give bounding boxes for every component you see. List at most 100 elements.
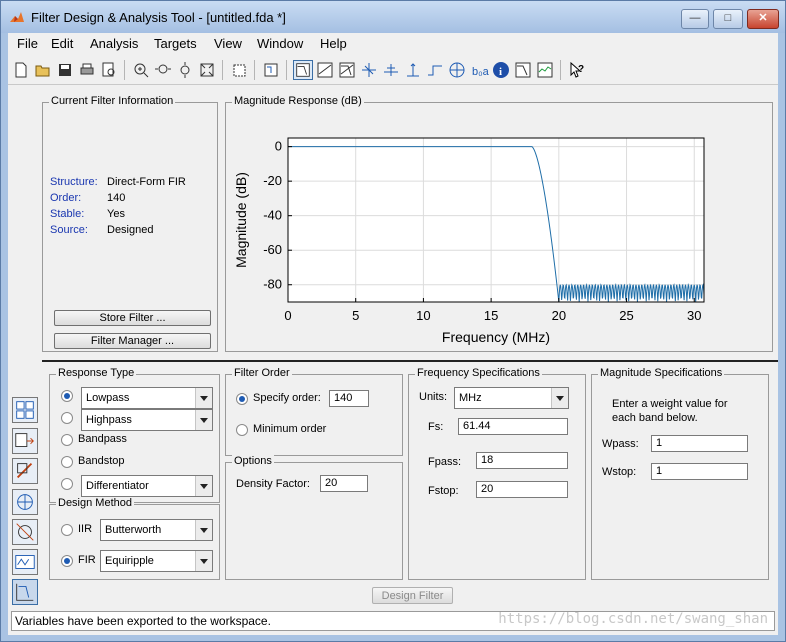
plot-area	[288, 138, 704, 302]
minimum-order-radio[interactable]	[236, 424, 248, 436]
lowpass-radio[interactable]	[61, 390, 73, 402]
zoom-x-icon[interactable]	[153, 60, 173, 80]
pole-zero-icon[interactable]	[447, 60, 467, 80]
iir-method-select[interactable]: Butterworth	[100, 519, 213, 541]
whats-this-icon[interactable]: ?	[567, 60, 587, 80]
x-tick-label: 10	[416, 308, 430, 323]
svg-text:i: i	[499, 66, 502, 78]
chevron-down-icon	[195, 476, 212, 496]
order-value: 140	[107, 192, 126, 204]
fir-radio[interactable]	[61, 555, 73, 567]
title-bar: Filter Design & Analysis Tool - [untitle…	[1, 1, 785, 33]
weight-help-line2: each band below.	[612, 412, 698, 424]
bandpass-radio[interactable]	[61, 434, 73, 446]
stable-label: Stable:	[50, 208, 85, 220]
menu-bar: File Edit Analysis Targets View Window H…	[8, 33, 778, 55]
fir-method-select[interactable]: Equiripple	[100, 550, 213, 572]
menu-targets[interactable]: Targets	[154, 36, 197, 51]
plot-panel: Magnitude Response (dB) 0 5 10 15 20 25 30 0 -20…	[225, 95, 773, 352]
quantize-filter-icon[interactable]	[12, 519, 38, 545]
minimize-button[interactable]: —	[681, 9, 709, 29]
differentiator-radio[interactable]	[61, 478, 73, 490]
coefficients-icon[interactable]: b₀a	[469, 60, 489, 80]
close-button[interactable]: ✕	[747, 9, 779, 29]
options-panel: Options Density Factor: 20	[225, 455, 403, 580]
fir-method-value: Equiripple	[105, 555, 154, 567]
menu-analysis[interactable]: Analysis	[90, 36, 138, 51]
print-preview-icon[interactable]	[99, 60, 119, 80]
bandstop-label[interactable]: Bandstop	[78, 455, 124, 467]
specify-order-label[interactable]: Specify order:	[253, 392, 321, 404]
y-tick-label: -60	[263, 242, 282, 257]
impulse-response-icon[interactable]	[403, 60, 423, 80]
convert-structure-icon[interactable]	[12, 428, 38, 454]
menu-view[interactable]: View	[214, 36, 242, 51]
new-icon[interactable]	[11, 60, 31, 80]
group-delay-icon[interactable]	[359, 60, 379, 80]
bandstop-radio[interactable]	[61, 456, 73, 468]
magnitude-response-icon[interactable]	[293, 60, 313, 80]
filter-specs-icon[interactable]	[261, 60, 281, 80]
phase-response-icon[interactable]	[315, 60, 335, 80]
toolbar: b₀a i ?	[8, 56, 778, 85]
chevron-down-icon	[195, 551, 212, 571]
specify-order-radio[interactable]	[236, 393, 248, 405]
units-select[interactable]: MHz	[454, 387, 569, 409]
print-icon[interactable]	[77, 60, 97, 80]
x-tick-label: 20	[552, 308, 566, 323]
wpass-input[interactable]: 1	[651, 435, 748, 452]
open-icon[interactable]	[33, 60, 53, 80]
differentiator-select[interactable]: Differentiator	[81, 475, 213, 497]
transform-filter-icon[interactable]	[12, 397, 38, 423]
lowpass-select[interactable]: Lowpass	[81, 387, 213, 409]
full-view-icon[interactable]	[197, 60, 217, 80]
window-title: Filter Design & Analysis Tool - [untitle…	[31, 10, 286, 25]
magnitude-response-chart[interactable]: 0 5 10 15 20 25 30 0 -20 -40 -60 -80 Frequency (MHz)…	[226, 107, 772, 351]
client-area: File Edit Analysis Targets View Window H…	[8, 33, 778, 635]
zoom-in-icon[interactable]	[131, 60, 151, 80]
x-axis-label: Frequency (MHz)	[442, 329, 550, 345]
maximize-button[interactable]: □	[713, 9, 743, 29]
magnitude-estimate-icon[interactable]	[513, 60, 533, 80]
iir-radio[interactable]	[61, 524, 73, 536]
wstop-input[interactable]: 1	[651, 463, 748, 480]
fstop-input[interactable]: 20	[476, 481, 568, 498]
import-filter-icon[interactable]	[12, 458, 38, 484]
round-off-noise-icon[interactable]	[535, 60, 555, 80]
filter-info-icon[interactable]: i	[491, 60, 511, 80]
highpass-select[interactable]: Highpass	[81, 409, 213, 431]
menu-edit[interactable]: Edit	[51, 36, 73, 51]
chevron-down-icon	[195, 410, 212, 430]
multirate-icon[interactable]	[12, 549, 38, 575]
iir-label[interactable]: IIR	[78, 523, 92, 535]
store-filter-button[interactable]: Store Filter ...	[54, 310, 211, 326]
stable-value: Yes	[107, 208, 125, 220]
new-figure-icon[interactable]	[229, 60, 249, 80]
fs-input[interactable]: 61.44	[458, 418, 568, 435]
fir-label[interactable]: FIR	[78, 554, 96, 566]
fpass-input[interactable]: 18	[476, 452, 568, 469]
zoom-y-icon[interactable]	[175, 60, 195, 80]
highpass-radio[interactable]	[61, 412, 73, 424]
pole-zero-editor-icon[interactable]	[12, 489, 38, 515]
minimum-order-label[interactable]: Minimum order	[253, 423, 326, 435]
menu-window[interactable]: Window	[257, 36, 303, 51]
bandpass-label[interactable]: Bandpass	[78, 433, 127, 445]
magnitude-specs-panel: Magnitude Specifications Enter a weight …	[591, 367, 769, 580]
menu-file[interactable]: File	[17, 36, 38, 51]
source-label: Source:	[50, 224, 88, 236]
step-response-icon[interactable]	[425, 60, 445, 80]
toolbar-separator	[254, 60, 255, 80]
filter-manager-button[interactable]: Filter Manager ...	[54, 333, 211, 349]
magnitude-phase-icon[interactable]	[337, 60, 357, 80]
save-icon[interactable]	[55, 60, 75, 80]
matlab-icon	[10, 12, 24, 22]
density-factor-input[interactable]: 20	[320, 475, 368, 492]
wstop-label: Wstop:	[602, 466, 637, 478]
design-filter-icon[interactable]	[12, 579, 38, 605]
phase-delay-icon[interactable]	[381, 60, 401, 80]
density-factor-label: Density Factor:	[236, 478, 310, 490]
menu-help[interactable]: Help	[320, 36, 347, 51]
design-filter-button[interactable]: Design Filter	[372, 587, 453, 604]
order-input[interactable]: 140	[329, 390, 369, 407]
